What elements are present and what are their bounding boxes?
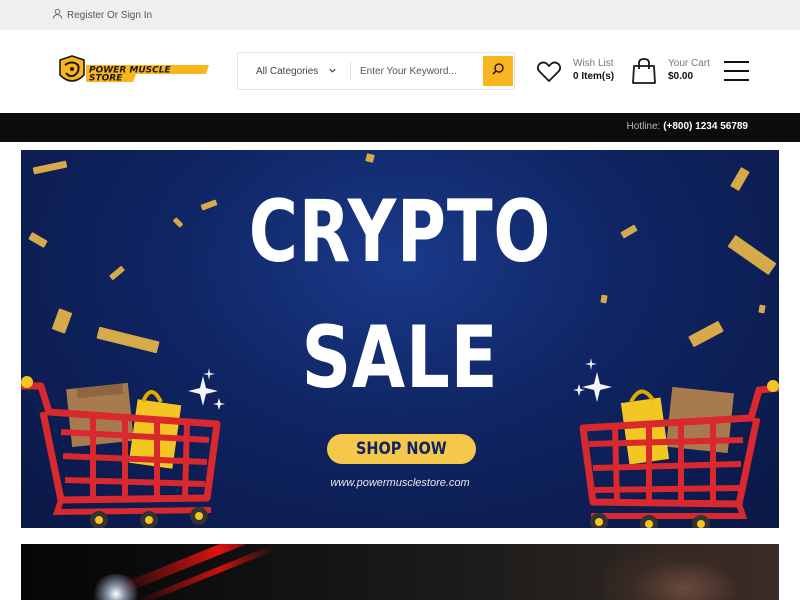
confetti	[51, 308, 73, 334]
confetti	[730, 166, 750, 192]
confetti	[28, 232, 48, 248]
banner-url: www.powermusclestore.com	[330, 477, 470, 489]
hotline-bar: Hotline: (+800) 1234 56789	[0, 113, 800, 142]
site-logo[interactable]: POWER MUSCLE STORE	[56, 53, 211, 91]
register-signin-link[interactable]: Register Or Sign In	[67, 10, 152, 21]
confetti	[600, 294, 608, 304]
hotline: Hotline: (+800) 1234 56789	[627, 121, 748, 132]
confetti	[758, 304, 766, 314]
banner-title-line2: SALE	[301, 308, 499, 408]
confetti	[32, 160, 68, 175]
search-input[interactable]	[360, 59, 480, 83]
shop-now-button[interactable]: SHOP NOW	[327, 434, 476, 464]
confetti	[365, 153, 375, 163]
banner-title-line1: CRYPTO	[248, 182, 552, 282]
shop-now-label: SHOP NOW	[356, 439, 447, 459]
heart-icon	[536, 60, 562, 89]
search-bar: All Categories	[237, 52, 515, 90]
header: POWER MUSCLE STORE All Categories Wish L…	[0, 30, 800, 113]
hero-banner[interactable]: CRYPTO SALE SHOP NOW www.powermusclestor…	[21, 150, 779, 528]
hotline-label: Hotline:	[626, 121, 661, 132]
search-divider	[350, 62, 351, 80]
chevron-down-icon	[328, 66, 337, 77]
cart-total: $0.00	[668, 71, 694, 82]
wishlist[interactable]: Wish List 0 Item(s)	[536, 57, 626, 89]
logo-text-line2: STORE	[89, 74, 123, 84]
cart[interactable]: Your Cart $0.00	[631, 57, 721, 89]
wishlist-count: 0 Item(s)	[573, 71, 615, 82]
wishlist-label: Wish List	[573, 58, 614, 69]
hamburger-menu-icon[interactable]	[724, 61, 749, 81]
user-icon	[52, 8, 63, 22]
category-select[interactable]: All Categories	[238, 53, 350, 89]
category-select-value: All Categories	[256, 65, 319, 77]
search-icon	[491, 62, 505, 81]
athlete-image	[601, 544, 741, 600]
auth-links[interactable]: Register Or Sign In	[52, 8, 152, 22]
confetti	[727, 234, 777, 276]
secondary-banner[interactable]	[21, 544, 779, 600]
hotline-number[interactable]: (+800) 1234 56789	[663, 121, 748, 132]
search-button[interactable]	[483, 56, 513, 86]
top-bar: Register Or Sign In	[0, 0, 800, 30]
shopping-bag-icon	[631, 57, 657, 90]
cart-label: Your Cart	[668, 58, 710, 69]
